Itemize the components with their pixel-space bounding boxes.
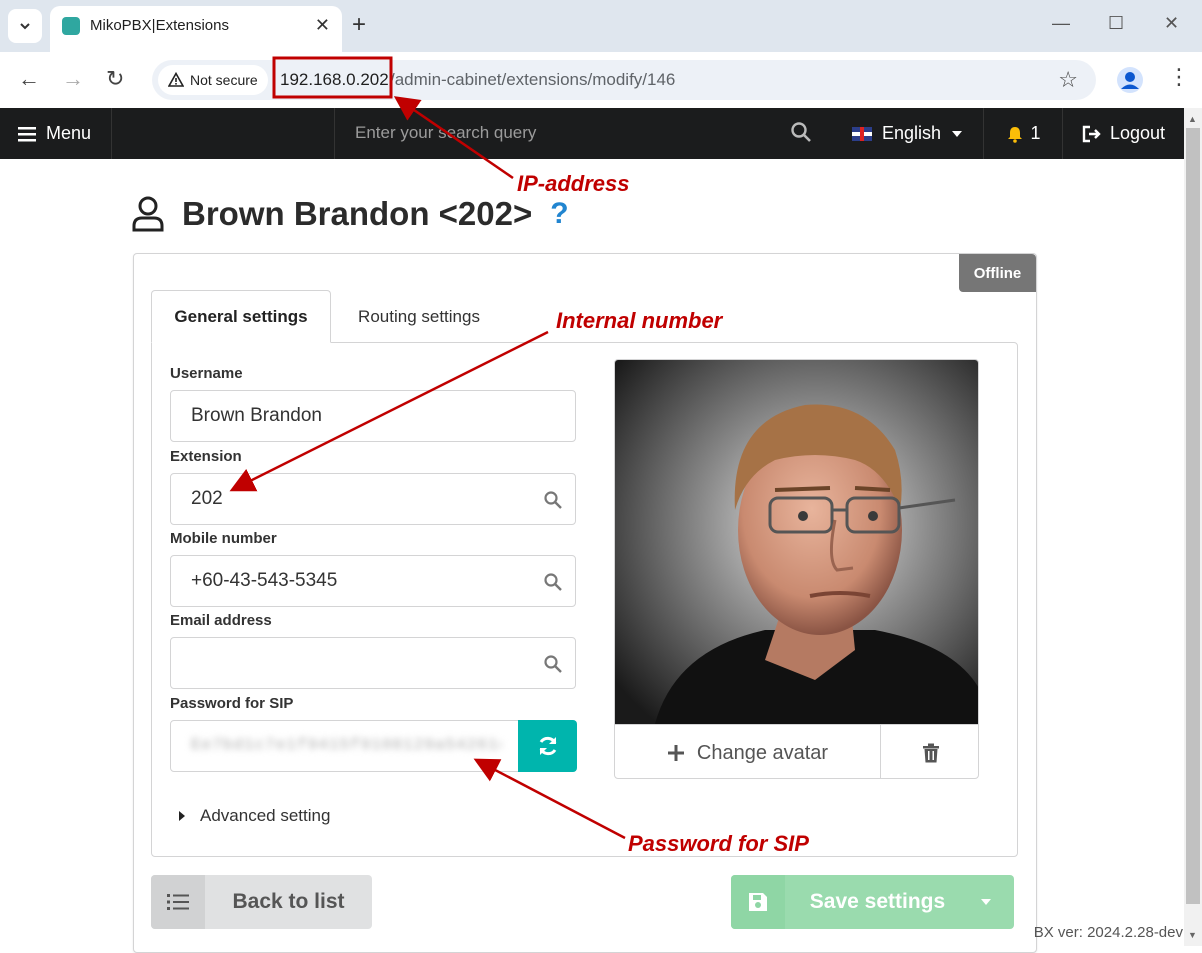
- scroll-up-icon[interactable]: ▲: [1188, 114, 1197, 124]
- logout-label: Logout: [1110, 123, 1166, 143]
- version-label: BX ver: 2024.2.28-dev: [1033, 924, 1183, 941]
- page-scrollbar[interactable]: ▲ ▼: [1184, 108, 1202, 946]
- email-field: [170, 637, 576, 689]
- profile-avatar-icon[interactable]: [1117, 67, 1143, 93]
- bookmark-star-icon[interactable]: ☆: [1058, 67, 1078, 93]
- username-label: Username: [170, 365, 243, 382]
- search-icon: [544, 491, 562, 509]
- back-to-list-button[interactable]: Back to list: [151, 875, 372, 929]
- language-label: English: [882, 123, 942, 143]
- internal-number-annotation: Internal number: [556, 308, 723, 333]
- global-search-input[interactable]: [353, 122, 753, 144]
- url-path: /admin-cabinet/extensions/modify/146: [390, 70, 676, 89]
- global-search: [334, 108, 822, 159]
- notifications-button[interactable]: 1: [985, 108, 1063, 159]
- window-close-icon[interactable]: ✕: [1164, 13, 1179, 34]
- browser-tab[interactable]: MikoPBX|Extensions ✕: [50, 6, 342, 52]
- list-icon: [151, 875, 205, 929]
- security-chip[interactable]: Not secure: [158, 65, 268, 95]
- scrollbar-thumb[interactable]: [1186, 128, 1200, 904]
- email-input[interactable]: [171, 638, 575, 688]
- new-tab-button[interactable]: +: [352, 11, 366, 39]
- warning-icon: [168, 72, 184, 87]
- delete-avatar-button[interactable]: [881, 725, 978, 778]
- mikopbx-favicon-icon: [62, 17, 80, 35]
- user-icon: [132, 196, 164, 232]
- help-icon[interactable]: ?: [550, 197, 568, 231]
- url-host: 192.168.0.202: [280, 70, 389, 89]
- sign-out-icon: [1082, 125, 1101, 142]
- user-avatar-photo: [615, 360, 978, 724]
- app-top-bar: Menu English 1 Logout: [0, 108, 1184, 159]
- refresh-icon: [539, 736, 556, 756]
- close-icon[interactable]: ✕: [315, 15, 330, 36]
- extension-field: [170, 473, 576, 525]
- bell-icon: [1008, 126, 1023, 143]
- extension-input[interactable]: [171, 474, 575, 524]
- caret-down-icon: [952, 130, 963, 137]
- extension-label: Extension: [170, 448, 242, 465]
- status-badge: Offline: [959, 254, 1036, 292]
- save-options-dropdown[interactable]: [958, 875, 1014, 929]
- caret-down-icon: [981, 899, 991, 905]
- tab-routing-settings[interactable]: Routing settings: [331, 290, 507, 343]
- notification-count: 1: [1030, 123, 1041, 143]
- search-icon: [544, 655, 562, 673]
- browser-tab-title: MikoPBX|Extensions: [90, 17, 229, 34]
- menu-button[interactable]: Menu: [0, 108, 112, 159]
- password-annotation: Password for SIP: [628, 831, 809, 856]
- chevron-down-icon: [20, 23, 30, 30]
- avatar-card: Change avatar: [614, 359, 979, 779]
- username-input[interactable]: [171, 391, 575, 441]
- address-bar[interactable]: Not secure 192.168.0.202 /admin-cabinet/…: [152, 60, 1096, 100]
- save-settings-label: Save settings: [809, 890, 946, 913]
- search-icon: [544, 573, 562, 591]
- menu-label: Menu: [46, 123, 92, 143]
- back-to-list-label: Back to list: [232, 890, 345, 913]
- forward-arrow-icon[interactable]: →: [62, 66, 84, 92]
- advanced-settings-toggle[interactable]: Advanced setting: [178, 806, 330, 826]
- email-label: Email address: [170, 612, 272, 629]
- caret-right-icon: [179, 811, 185, 821]
- change-avatar-button[interactable]: Change avatar: [615, 725, 881, 778]
- username-field: [170, 390, 576, 442]
- browser-menu-icon[interactable]: ⋮: [1168, 64, 1190, 90]
- scroll-down-icon[interactable]: ▼: [1188, 930, 1197, 940]
- sip-password-label: Password for SIP: [170, 695, 294, 712]
- trash-icon: [922, 743, 939, 763]
- language-dropdown[interactable]: English: [838, 108, 984, 159]
- maximize-icon[interactable]: ☐: [1108, 13, 1124, 34]
- mobile-number-label: Mobile number: [170, 530, 277, 547]
- sip-password-field[interactable]: Ee7bd1c7e1f9415f9108129a54261d: [170, 720, 577, 772]
- advanced-settings-label: Advanced setting: [200, 806, 331, 825]
- security-label: Not secure: [190, 72, 258, 88]
- tab-general-settings[interactable]: General settings: [151, 290, 331, 343]
- change-avatar-label: Change avatar: [696, 741, 829, 764]
- mobile-number-field: [170, 555, 576, 607]
- hamburger-icon: [18, 126, 36, 141]
- search-icon[interactable]: [790, 121, 812, 143]
- sip-password-value: Ee7bd1c7e1f9415f9108129a54261d: [191, 736, 501, 754]
- generate-password-button[interactable]: [518, 720, 577, 772]
- mobile-number-input[interactable]: [171, 556, 575, 606]
- ip-address-annotation: IP-address: [517, 171, 630, 196]
- plus-icon: [667, 745, 684, 761]
- browser-tab-strip: MikoPBX|Extensions ✕ + — ☐ ✕: [0, 0, 1202, 52]
- page-title: Brown Brandon <202>: [182, 195, 533, 232]
- browser-toolbar: ← → ↻ Not secure 192.168.0.202 /admin-ca…: [0, 52, 1202, 108]
- uk-flag-icon: [852, 126, 872, 141]
- reload-icon[interactable]: ↻: [106, 66, 124, 92]
- tab-search-button[interactable]: [8, 9, 42, 43]
- minimize-icon[interactable]: —: [1052, 13, 1070, 34]
- save-icon: [731, 875, 785, 929]
- back-arrow-icon[interactable]: ←: [18, 66, 40, 92]
- logout-button[interactable]: Logout: [1064, 108, 1184, 159]
- avatar-actions: Change avatar: [615, 724, 978, 778]
- page-header: Brown Brandon <202> ?: [132, 192, 569, 236]
